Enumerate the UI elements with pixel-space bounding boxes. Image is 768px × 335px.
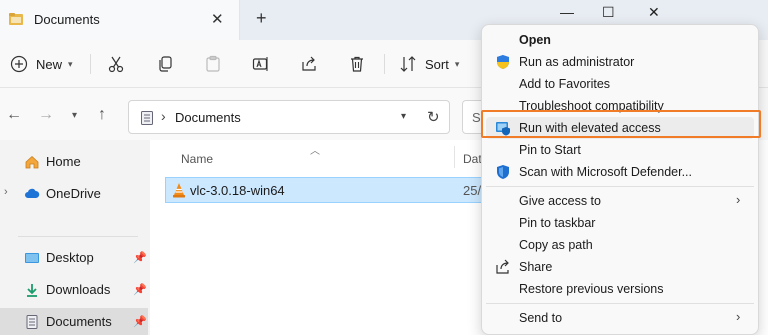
tab-documents[interactable]: Documents ✕: [0, 0, 240, 40]
menu-item-add-to-favorites[interactable]: Add to Favorites: [486, 73, 754, 95]
trash-icon: [351, 56, 363, 72]
menu-item-share[interactable]: Share: [486, 256, 754, 278]
column-header-name[interactable]: Name: [181, 152, 213, 166]
rename-icon: [252, 57, 268, 71]
menu-item-label: Copy as path: [519, 238, 593, 252]
home-icon: [25, 155, 39, 169]
menu-item-label: Send to: [519, 311, 563, 325]
sort-label: Sort: [425, 56, 449, 72]
pin-icon[interactable]: 📌: [133, 251, 147, 264]
plus-circle-icon: [10, 55, 28, 73]
sort-button[interactable]: Sort ▾: [399, 50, 459, 78]
menu-item-label: Share: [519, 260, 553, 274]
share-icon: [302, 56, 316, 71]
cut-button[interactable]: [107, 50, 125, 78]
forward-arrow-icon[interactable]: →: [38, 106, 54, 124]
divider: [384, 54, 385, 74]
file-date: 25/: [463, 183, 482, 198]
tab-title: Documents: [34, 12, 100, 27]
paste-button[interactable]: [204, 50, 222, 78]
recent-chevron-icon[interactable]: ▾: [72, 110, 77, 121]
sidebar-item-downloads[interactable]: Downloads 📌: [0, 276, 148, 304]
sidebar-item-label: OneDrive: [46, 186, 101, 201]
delete-button[interactable]: [348, 50, 366, 78]
new-tab-button[interactable]: +: [256, 8, 267, 29]
menu-separator: [486, 303, 754, 304]
document-icon: [26, 315, 38, 329]
copy-icon: [159, 56, 172, 72]
menu-item-label: Give access to: [519, 194, 601, 208]
vlc-cone-icon: [173, 183, 185, 198]
chevron-down-icon: ▾: [454, 58, 460, 69]
sidebar-item-label: Home: [46, 154, 81, 169]
maximize-button[interactable]: ☐: [602, 4, 615, 21]
menu-item-run-as-administrator[interactable]: Run as administrator: [486, 51, 754, 73]
copy-button[interactable]: [156, 50, 174, 78]
menu-item-copy-as-path[interactable]: Copy as path: [486, 234, 754, 256]
menu-item-label: Scan with Microsoft Defender...: [519, 165, 692, 179]
sidebar-item-home[interactable]: Home: [0, 148, 148, 176]
new-button[interactable]: New ▾: [10, 50, 73, 78]
close-tab-button[interactable]: ✕: [211, 10, 224, 28]
submenu-chevron-icon: ›: [736, 192, 741, 207]
back-arrow-icon[interactable]: ←: [6, 106, 22, 124]
folder-icon: [9, 13, 23, 25]
new-label: New: [36, 56, 63, 72]
sidebar-item-desktop[interactable]: Desktop 📌: [0, 244, 148, 272]
menu-item-label: Run as administrator: [519, 55, 635, 69]
sort-ascending-icon: ︿: [310, 146, 320, 157]
expand-chevron-icon[interactable]: ›: [4, 186, 8, 198]
divider: [90, 54, 91, 74]
menu-item-label: Restore previous versions: [519, 282, 664, 296]
address-dropdown-icon[interactable]: ▾: [401, 111, 406, 122]
desktop-icon: [25, 253, 39, 263]
sidebar-item-label: Documents: [46, 314, 112, 329]
column-header-date[interactable]: Dat: [463, 152, 482, 166]
context-menu: Open Run as administrator Add to Favorit…: [481, 24, 759, 335]
menu-item-pin-to-start[interactable]: Pin to Start: [486, 139, 754, 161]
menu-item-send-to[interactable]: Send to ›: [486, 307, 754, 329]
menu-separator: [486, 186, 754, 187]
sidebar-item-label: Desktop: [46, 250, 94, 265]
submenu-chevron-icon: ›: [736, 309, 741, 324]
column-divider[interactable]: [454, 146, 455, 168]
rename-button[interactable]: [252, 50, 270, 78]
pin-icon[interactable]: 📌: [133, 315, 147, 328]
cloud-icon: [25, 188, 40, 198]
menu-item-label: Open: [519, 33, 551, 47]
download-icon: [27, 284, 37, 297]
scissors-icon: [108, 56, 124, 73]
share-button[interactable]: [300, 50, 318, 78]
highlight-annotation: [481, 110, 761, 138]
menu-item-scan-with-defender[interactable]: Scan with Microsoft Defender...: [486, 161, 754, 183]
menu-item-give-access-to[interactable]: Give access to ›: [486, 190, 754, 212]
sidebar-item-onedrive[interactable]: › OneDrive: [0, 180, 148, 208]
menu-item-label: Pin to Start: [519, 143, 581, 157]
address-bar[interactable]: › Documents ▾ ↻: [128, 100, 450, 134]
clipboard-icon: [206, 55, 220, 72]
close-window-button[interactable]: ✕: [648, 4, 660, 21]
defender-shield-icon: [497, 165, 509, 179]
file-name: vlc-3.0.18-win64: [190, 183, 285, 198]
pin-icon[interactable]: 📌: [133, 283, 147, 296]
up-arrow-icon[interactable]: ↑: [98, 106, 106, 124]
sidebar-item-documents[interactable]: Documents 📌: [0, 308, 148, 335]
menu-item-pin-to-taskbar[interactable]: Pin to taskbar: [486, 212, 754, 234]
refresh-icon[interactable]: ↻: [427, 108, 440, 126]
document-icon: [141, 111, 153, 125]
sort-icon: [400, 56, 416, 72]
divider: [18, 236, 138, 237]
navigation-pane: Home › OneDrive Desktop 📌 Downloads 📌 Do…: [0, 140, 150, 335]
breadcrumb[interactable]: Documents: [175, 110, 241, 125]
minimize-button[interactable]: —: [560, 4, 574, 20]
breadcrumb-chevron-icon: ›: [161, 108, 166, 124]
menu-item-label: Add to Favorites: [519, 77, 611, 91]
menu-item-label: Pin to taskbar: [519, 216, 596, 230]
menu-item-open[interactable]: Open: [486, 29, 754, 51]
sidebar-item-label: Downloads: [46, 282, 111, 297]
menu-item-restore-previous-versions[interactable]: Restore previous versions: [486, 278, 754, 300]
uac-shield-icon: [497, 55, 509, 69]
share-icon: [496, 259, 509, 274]
chevron-down-icon: ▾: [68, 58, 73, 69]
